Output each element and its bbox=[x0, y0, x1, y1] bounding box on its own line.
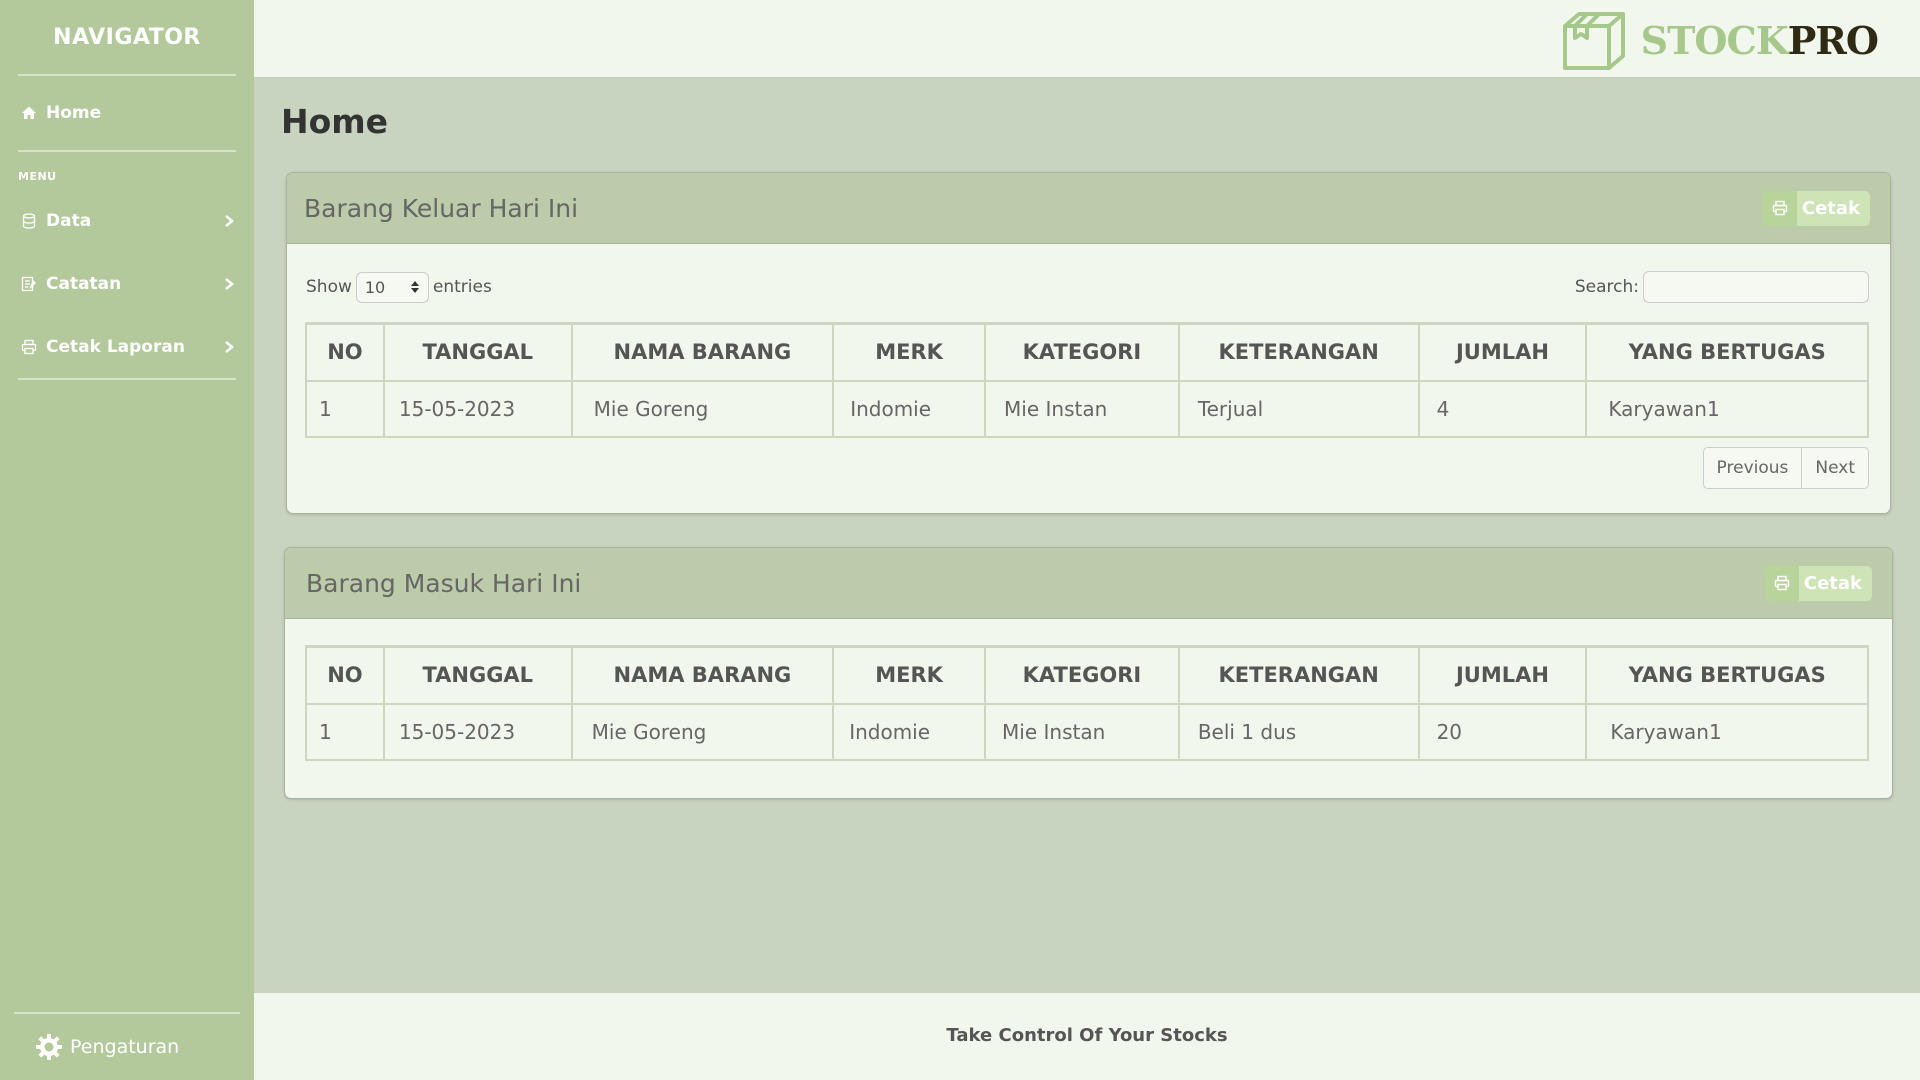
chevron-right-icon bbox=[222, 214, 236, 228]
print-label: Cetak bbox=[1801, 197, 1860, 219]
table-cell: 20 bbox=[1417, 702, 1588, 761]
column-header[interactable]: NO bbox=[305, 645, 385, 705]
next-button[interactable]: Next bbox=[1801, 448, 1868, 488]
column-header[interactable]: KATEGORI bbox=[984, 322, 1180, 382]
column-header[interactable]: NAMA BARANG bbox=[570, 645, 835, 705]
table-cell: Beli 1 dus bbox=[1177, 702, 1420, 761]
barang-keluar-table: NO TANGGAL NAMA BARANG MERK KATEGORI KET… bbox=[305, 322, 1869, 438]
settings-button[interactable]: Pengaturan bbox=[0, 1014, 254, 1080]
printer-icon bbox=[18, 336, 40, 358]
menu-heading: MENU bbox=[18, 170, 57, 183]
sidebar-item-home[interactable]: Home bbox=[0, 76, 254, 150]
table-header-row: NO TANGGAL NAMA BARANG MERK KATEGORI KET… bbox=[305, 322, 1869, 382]
table-cell: Terjual bbox=[1177, 379, 1420, 438]
sidebar-item-label: Data bbox=[46, 210, 92, 231]
pagination: Previous Next bbox=[1702, 447, 1869, 489]
print-label: Cetak bbox=[1803, 572, 1862, 594]
column-header[interactable]: NAMA BARANG bbox=[570, 322, 835, 382]
column-header[interactable]: YANG BERTUGAS bbox=[1585, 645, 1869, 705]
chevron-right-icon bbox=[222, 340, 236, 354]
column-header[interactable]: TANGGAL bbox=[382, 645, 573, 705]
column-header[interactable]: KETERANGAN bbox=[1177, 645, 1420, 705]
column-header[interactable]: YANG BERTUGAS bbox=[1585, 322, 1869, 382]
column-header[interactable]: JUMLAH bbox=[1417, 645, 1588, 705]
brand-name-stock: STOCK bbox=[1640, 17, 1789, 63]
column-header[interactable]: TANGGAL bbox=[382, 322, 573, 382]
show-label: Show bbox=[306, 277, 352, 297]
column-header[interactable]: JUMLAH bbox=[1417, 322, 1588, 382]
home-icon bbox=[18, 102, 40, 124]
table-cell: 1 bbox=[305, 379, 385, 438]
sort-arrows-icon bbox=[410, 281, 419, 293]
table-row: 1 15-05-2023 Mie Goreng Indomie Mie Inst… bbox=[305, 379, 1869, 438]
table-cell: 15-05-2023 bbox=[382, 702, 573, 761]
panel-barang-keluar: Barang Keluar Hari Ini Cetak Show 10 ent… bbox=[286, 172, 1891, 514]
search-control: Search: bbox=[1575, 271, 1869, 303]
column-header[interactable]: MERK bbox=[832, 322, 987, 382]
entries-select[interactable]: 10 bbox=[355, 271, 429, 303]
entries-control: Show 10 entries bbox=[306, 271, 492, 303]
printer-icon bbox=[1764, 565, 1799, 601]
printer-icon bbox=[1762, 190, 1797, 226]
table-tools: Show 10 entries Search: bbox=[287, 271, 1890, 303]
entries-label: entries bbox=[432, 277, 492, 297]
print-button[interactable]: Cetak bbox=[1764, 565, 1872, 601]
sidebar-item-data[interactable]: Data bbox=[0, 189, 254, 252]
brand-logo[interactable]: STOCK PRO bbox=[1561, 10, 1879, 70]
chevron-right-icon bbox=[222, 277, 236, 291]
search-label: Search: bbox=[1574, 277, 1639, 297]
top-header: STOCK PRO bbox=[254, 0, 1920, 78]
brand-name-pro: PRO bbox=[1787, 17, 1879, 63]
table-cell: 15-05-2023 bbox=[382, 379, 573, 438]
table-cell: Mie Goreng bbox=[570, 702, 835, 761]
sidebar-item-label: Cetak Laporan bbox=[46, 336, 185, 357]
panel-title: Barang Keluar Hari Ini bbox=[304, 193, 579, 223]
entries-value: 10 bbox=[364, 277, 386, 297]
table-cell: 4 bbox=[1417, 379, 1588, 438]
table-cell: Mie Goreng bbox=[570, 379, 835, 438]
table-cell: 1 bbox=[305, 702, 385, 761]
column-header[interactable]: NO bbox=[305, 322, 385, 382]
panel-barang-masuk: Barang Masuk Hari Ini Cetak NO TANGGAL N… bbox=[284, 547, 1893, 799]
box-icon bbox=[1562, 12, 1625, 70]
table-row: 1 15-05-2023 Mie Goreng Indomie Mie Inst… bbox=[305, 702, 1869, 761]
column-header[interactable]: MERK bbox=[832, 645, 987, 705]
print-button[interactable]: Cetak bbox=[1762, 190, 1870, 226]
table-cell: Indomie bbox=[832, 702, 987, 761]
table-header-row: NO TANGGAL NAMA BARANG MERK KATEGORI KET… bbox=[305, 645, 1869, 705]
panel-header: Barang Masuk Hari Ini Cetak bbox=[285, 548, 1892, 619]
column-header[interactable]: KATEGORI bbox=[984, 645, 1180, 705]
sidebar-item-catatan[interactable]: Catatan bbox=[0, 252, 254, 315]
table-cell: Mie Instan bbox=[984, 379, 1180, 438]
table-cell: Mie Instan bbox=[984, 702, 1180, 761]
sidebar-item-label: Home bbox=[46, 103, 102, 123]
footer: Take Control Of Your Stocks bbox=[254, 993, 1920, 1080]
panel-title: Barang Masuk Hari Ini bbox=[306, 568, 582, 598]
gear-icon bbox=[34, 1032, 64, 1062]
table-cell: Karyawan1 bbox=[1585, 702, 1869, 761]
page-title: Home bbox=[281, 102, 389, 141]
settings-label: Pengaturan bbox=[70, 1036, 180, 1058]
database-icon bbox=[18, 210, 40, 232]
panel-header: Barang Keluar Hari Ini Cetak bbox=[287, 173, 1890, 244]
sidebar-title: NAVIGATOR bbox=[53, 25, 201, 50]
sidebar-footer: Pengaturan bbox=[0, 1012, 254, 1080]
sidebar-divider bbox=[18, 378, 236, 380]
column-header[interactable]: KETERANGAN bbox=[1177, 322, 1420, 382]
sidebar: NAVIGATOR Home MENU Data Catatan Cetak L… bbox=[0, 0, 254, 1080]
notes-icon bbox=[18, 273, 40, 295]
sidebar-item-label: Catatan bbox=[46, 273, 122, 294]
table-cell: Karyawan1 bbox=[1585, 379, 1869, 438]
search-input[interactable] bbox=[1643, 271, 1869, 303]
table-cell: Indomie bbox=[832, 379, 987, 438]
barang-masuk-table: NO TANGGAL NAMA BARANG MERK KATEGORI KET… bbox=[305, 645, 1869, 761]
sidebar-item-cetak-laporan[interactable]: Cetak Laporan bbox=[0, 315, 254, 378]
previous-button[interactable]: Previous bbox=[1704, 448, 1802, 488]
